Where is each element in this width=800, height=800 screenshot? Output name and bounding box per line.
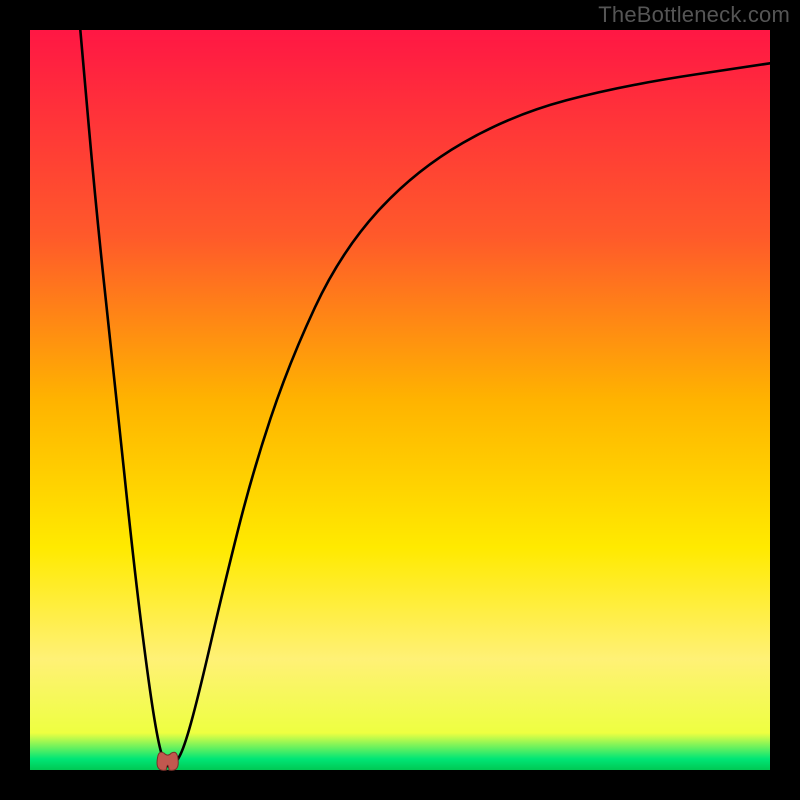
plot-background	[30, 30, 770, 770]
watermark-text: TheBottleneck.com	[598, 2, 790, 28]
chart-svg	[0, 0, 800, 800]
chart-container: TheBottleneck.com	[0, 0, 800, 800]
